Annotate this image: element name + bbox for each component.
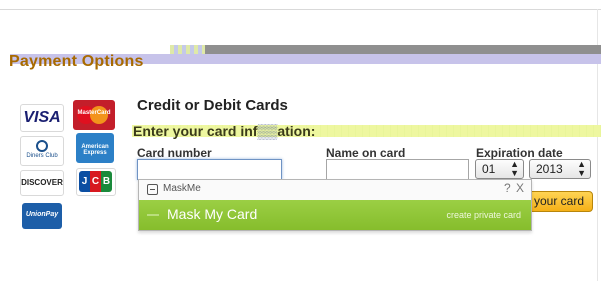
unionpay-logo-text: UnionPay [25, 211, 59, 218]
jcb-logo: J C B [76, 168, 116, 196]
unionpay-logo: UnionPay [22, 203, 62, 229]
expiration-month-select[interactable]: 01 ▲ ▼ [475, 159, 524, 179]
american-express-logo: American Express [76, 133, 114, 163]
american-express-logo-text: American Express [81, 144, 109, 156]
diners-club-logo-text: Diners Club [26, 153, 58, 159]
instruction-text: Enter your card inf▒▒ation: [133, 123, 315, 139]
visa-logo: VISA [20, 104, 64, 132]
mastercard-logo: MasterCard [73, 100, 115, 130]
page-top-border [0, 9, 601, 10]
discover-logo: DISCOVER [20, 170, 64, 196]
mastercard-logo-text: MasterCard [77, 110, 111, 116]
maskme-brand: MaskMe [163, 183, 201, 194]
select-arrows-icon: ▲ ▼ [577, 159, 586, 178]
section-title: Credit or Debit Cards [137, 97, 288, 114]
jcb-letter-j: J [79, 171, 90, 192]
page-title: Payment Options [9, 53, 144, 70]
select-arrows-icon: ▲ ▼ [510, 159, 519, 178]
expiration-date-label: Expiration date [476, 146, 563, 160]
diners-club-logo: Diners Club [20, 136, 64, 166]
instruction-text-end: ation: [277, 123, 316, 139]
mask-my-card-option[interactable]: Mask My Card create private card [139, 200, 531, 230]
jcb-letter-b: B [101, 171, 112, 192]
mask-option-icon [147, 214, 159, 216]
expiration-year-select[interactable]: 2013 ▲ ▼ [529, 159, 591, 179]
name-on-card-label: Name on card [326, 146, 406, 160]
expiration-year-value: 2013 [536, 162, 563, 176]
header-band [205, 45, 601, 54]
mask-my-card-label: Mask My Card [167, 206, 258, 222]
close-icon[interactable]: X [516, 181, 524, 195]
create-private-card-link[interactable]: create private card [446, 210, 521, 220]
jcb-letter-c: C [90, 171, 101, 192]
maskme-header: MaskMe ? X [139, 180, 531, 198]
card-number-label: Card number [137, 146, 212, 160]
card-number-input[interactable] [137, 159, 282, 180]
help-icon[interactable]: ? [504, 181, 511, 195]
diners-club-ring-icon [36, 140, 48, 152]
name-on-card-input[interactable] [326, 159, 469, 180]
maskme-logo-icon [147, 184, 158, 195]
header-band-glitch [170, 45, 206, 54]
maskme-dropdown: MaskMe ? X Mask My Card create private c… [138, 179, 532, 231]
instruction-text-glitch: ▒▒ [257, 123, 278, 139]
expiration-month-value: 01 [482, 162, 496, 176]
instruction-text-start: Enter your card inf [133, 123, 258, 139]
